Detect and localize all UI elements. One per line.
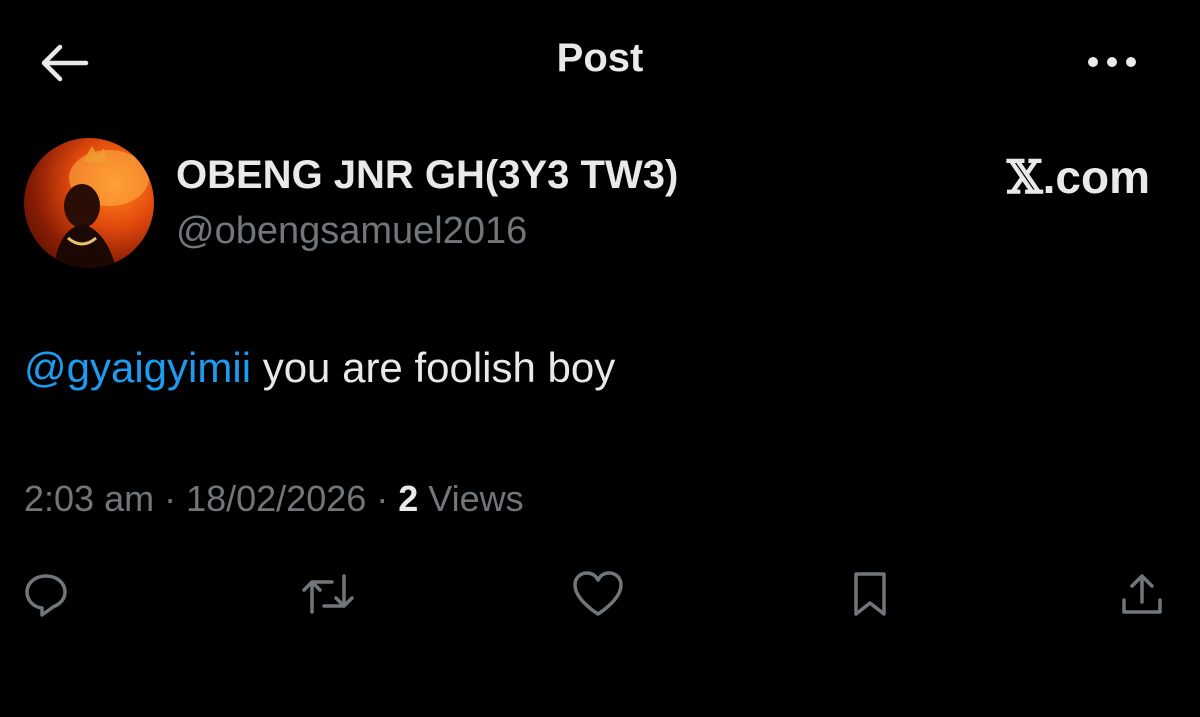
reply-button[interactable] bbox=[16, 566, 76, 622]
repost-button[interactable] bbox=[298, 566, 358, 622]
repost-icon bbox=[302, 574, 354, 614]
author-handle[interactable]: @obengsamuel2016 bbox=[176, 210, 527, 253]
arrow-left-icon bbox=[41, 44, 89, 82]
like-icon bbox=[573, 571, 623, 616]
x-brand-logo: 𝕏.com bbox=[970, 150, 1150, 204]
share-icon bbox=[1122, 574, 1162, 614]
post-body-text: you are foolish boy bbox=[251, 344, 616, 391]
author-name[interactable]: OBENG JNR GH(3Y3 TW3) bbox=[176, 153, 678, 198]
views-count[interactable]: 2 bbox=[398, 478, 418, 519]
more-options-button[interactable] bbox=[1080, 40, 1144, 84]
like-button[interactable] bbox=[568, 566, 628, 622]
bookmark-icon bbox=[854, 572, 886, 616]
post-text: @gyaigyimii you are foolish boy bbox=[24, 344, 615, 392]
meta-separator: · bbox=[154, 478, 187, 519]
post-meta: 2:03 am · 18/02/2026 · 2 Views bbox=[24, 478, 524, 520]
x-logo-icon: 𝕏 bbox=[1006, 150, 1043, 204]
post-time[interactable]: 2:03 am bbox=[24, 478, 154, 519]
back-button[interactable] bbox=[36, 38, 92, 88]
share-button[interactable] bbox=[1112, 566, 1172, 622]
views-label[interactable]: Views bbox=[418, 478, 523, 519]
bookmark-button[interactable] bbox=[840, 566, 900, 622]
post-date[interactable]: 18/02/2026 bbox=[186, 478, 366, 519]
page-title: Post bbox=[556, 36, 644, 80]
avatar-image bbox=[54, 146, 149, 268]
avatar[interactable] bbox=[24, 138, 154, 268]
meta-separator: · bbox=[366, 478, 399, 519]
reply-icon bbox=[25, 574, 67, 617]
more-horizontal-icon bbox=[1088, 57, 1136, 67]
brand-domain-text: .com bbox=[1042, 151, 1150, 203]
mention-link[interactable]: @gyaigyimii bbox=[24, 344, 251, 391]
